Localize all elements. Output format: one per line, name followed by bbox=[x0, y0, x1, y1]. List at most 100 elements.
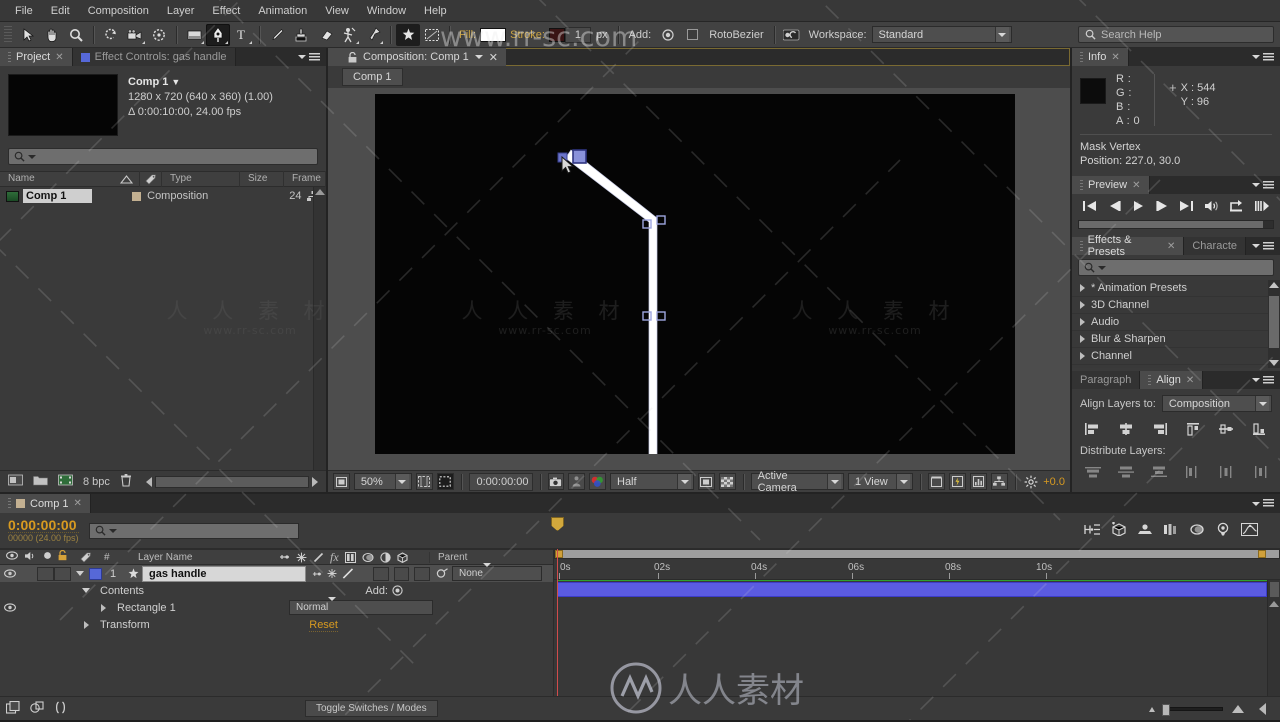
align-top-icon[interactable] bbox=[1182, 420, 1204, 437]
graph-editor-icon[interactable] bbox=[1241, 522, 1258, 539]
menu-view[interactable]: View bbox=[316, 0, 358, 22]
previous-frame-button[interactable] bbox=[1107, 200, 1122, 215]
layer-parent-cell[interactable]: None bbox=[430, 563, 542, 581]
list-item[interactable]: Blur & Sharpen bbox=[1072, 331, 1280, 348]
scroll-left-arrow-icon[interactable] bbox=[1259, 702, 1266, 715]
zoom-in-icon[interactable] bbox=[1229, 704, 1247, 714]
enable-motion-blur-icon[interactable] bbox=[1189, 523, 1205, 539]
fast-previews-icon[interactable] bbox=[949, 473, 967, 490]
effects-panel-menu-button[interactable] bbox=[1246, 237, 1280, 255]
zoom-level-select[interactable]: 50% bbox=[353, 473, 412, 490]
toggle-switches-modes-button[interactable]: Toggle Switches / Modes bbox=[305, 700, 438, 717]
table-row[interactable]: Comp 1 Composition 24 bbox=[0, 187, 326, 205]
type-tool-icon[interactable]: T bbox=[230, 24, 254, 46]
distribute-bottom-icon[interactable] bbox=[1148, 463, 1170, 480]
new-folder-icon[interactable] bbox=[33, 474, 48, 489]
hscroll-thumb[interactable] bbox=[154, 475, 309, 488]
menu-window[interactable]: Window bbox=[358, 0, 415, 22]
brackets-footer-icon[interactable] bbox=[54, 700, 67, 717]
distribute-horizontal-center-icon[interactable] bbox=[1215, 463, 1237, 480]
blend-mode-select[interactable]: Normal bbox=[289, 597, 433, 615]
menu-file[interactable]: File bbox=[6, 0, 42, 22]
project-scrollbar[interactable] bbox=[313, 187, 326, 470]
add-menu-icon[interactable] bbox=[656, 24, 680, 46]
bit-depth-label[interactable]: 8 bpc bbox=[83, 476, 110, 488]
work-area-end-handle[interactable] bbox=[1258, 550, 1266, 558]
delete-icon[interactable] bbox=[120, 473, 132, 490]
brainstorm-icon[interactable] bbox=[1215, 522, 1231, 539]
project-hscrollbar[interactable] bbox=[145, 475, 318, 488]
camera-select[interactable]: Active Camera bbox=[750, 470, 844, 494]
enable-frame-blending-icon[interactable] bbox=[1163, 523, 1179, 539]
mask-feather-icon[interactable] bbox=[420, 24, 444, 46]
layer-switch-box-2[interactable] bbox=[393, 566, 410, 581]
list-item[interactable]: CINEMA 4D bbox=[1072, 365, 1280, 368]
align-panel-menu-button[interactable] bbox=[1246, 371, 1280, 389]
zoom-track[interactable] bbox=[1162, 703, 1223, 716]
align-horizontal-center-icon[interactable] bbox=[1115, 420, 1137, 437]
last-frame-button[interactable] bbox=[1179, 200, 1194, 215]
tab-align[interactable]: Align ✕ bbox=[1140, 371, 1204, 389]
scroll-up-arrow-icon[interactable] bbox=[315, 189, 325, 195]
distribute-right-icon[interactable] bbox=[1248, 463, 1270, 480]
column-type[interactable]: Type bbox=[162, 171, 240, 187]
menu-layer[interactable]: Layer bbox=[158, 0, 204, 22]
hide-shy-layers-icon[interactable] bbox=[1137, 523, 1153, 539]
viewer-canvas-area[interactable] bbox=[328, 88, 1070, 470]
table-row[interactable]: Rectangle 1 Normal bbox=[0, 597, 553, 616]
layer-switches[interactable] bbox=[306, 566, 430, 581]
table-row[interactable]: 1 gas handle None bbox=[0, 563, 553, 582]
hand-tool-icon[interactable] bbox=[40, 24, 64, 46]
search-help-input[interactable]: Search Help bbox=[1078, 26, 1274, 43]
camera-tool-icon[interactable] bbox=[123, 24, 147, 46]
tab-effects-presets[interactable]: Effects & Presets ✕ bbox=[1072, 234, 1185, 258]
close-icon[interactable]: ✕ bbox=[1132, 180, 1140, 191]
layer-expand-chevron-icon[interactable] bbox=[71, 571, 89, 576]
distribute-left-icon[interactable] bbox=[1182, 463, 1204, 480]
list-item[interactable]: Audio bbox=[1072, 314, 1280, 331]
brush-tool-icon[interactable] bbox=[265, 24, 289, 46]
first-frame-button[interactable] bbox=[1082, 200, 1097, 215]
time-graph[interactable]: 0s 02s 04s 06s 08s 10s bbox=[551, 517, 1280, 696]
always-preview-icon[interactable] bbox=[333, 473, 350, 490]
close-icon[interactable]: ✕ bbox=[1186, 375, 1194, 386]
roto-bezier-checkbox[interactable] bbox=[680, 24, 704, 46]
viewer-time-field[interactable]: 0:00:00:00 bbox=[468, 472, 533, 491]
preview-progress-track[interactable] bbox=[1078, 220, 1274, 229]
column-label-color[interactable] bbox=[140, 171, 162, 187]
tab-composition[interactable]: Composition: Comp 1 ✕ bbox=[328, 48, 506, 66]
transform-reset-link[interactable]: Reset bbox=[309, 618, 338, 632]
eraser-tool-icon[interactable] bbox=[313, 24, 337, 46]
zoom-tool-icon[interactable] bbox=[64, 24, 88, 46]
close-icon[interactable]: ✕ bbox=[1167, 241, 1175, 252]
draft-3d-icon[interactable] bbox=[1111, 522, 1127, 539]
layer-video-toggle[interactable] bbox=[0, 569, 20, 578]
info-panel-menu-button[interactable] bbox=[1246, 48, 1280, 66]
toolbar-grip[interactable] bbox=[4, 25, 12, 44]
layer-name-field[interactable]: gas handle bbox=[142, 565, 306, 582]
distribute-top-icon[interactable] bbox=[1082, 463, 1104, 480]
menu-help[interactable]: Help bbox=[415, 0, 456, 22]
column-name[interactable]: Name bbox=[0, 171, 140, 187]
current-time-indicator[interactable] bbox=[551, 517, 564, 696]
layer-duration-bar[interactable] bbox=[557, 582, 1267, 597]
scroll-down-arrow-icon[interactable] bbox=[1269, 360, 1279, 366]
tab-project[interactable]: Project ✕ bbox=[0, 48, 73, 66]
layer-track-row[interactable] bbox=[554, 580, 1280, 597]
stroke-width-field[interactable]: 1 bbox=[564, 26, 591, 43]
close-icon[interactable]: ✕ bbox=[74, 498, 82, 509]
selection-tool-icon[interactable] bbox=[16, 24, 40, 46]
tab-paragraph[interactable]: Paragraph bbox=[1072, 371, 1141, 389]
comp-flowchart-footer-icon[interactable] bbox=[5, 700, 20, 717]
composition-canvas[interactable] bbox=[375, 94, 1015, 454]
align-bottom-icon[interactable] bbox=[1248, 420, 1270, 437]
menu-animation[interactable]: Animation bbox=[249, 0, 316, 22]
scroll-left-arrow-icon[interactable] bbox=[145, 476, 152, 487]
workspace-select[interactable]: Standard bbox=[871, 26, 1012, 43]
new-comp-icon[interactable] bbox=[8, 474, 23, 489]
breadcrumb-comp1[interactable]: Comp 1 bbox=[342, 68, 403, 86]
toggle-mask-footer-icon[interactable] bbox=[30, 700, 44, 717]
mask-vertex-handles[interactable] bbox=[375, 94, 1015, 454]
table-row[interactable]: Transform Reset bbox=[0, 616, 553, 633]
menu-effect[interactable]: Effect bbox=[203, 0, 249, 22]
